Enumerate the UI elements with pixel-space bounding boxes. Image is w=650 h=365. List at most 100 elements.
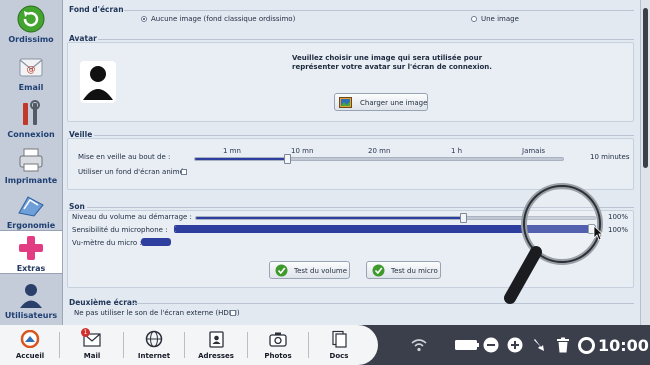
- sidebar-item-ordissimo[interactable]: Ordissimo: [0, 2, 62, 47]
- avatar-instruction-line-2: représenter votre avatar sur l'écran de …: [292, 63, 492, 71]
- sleep-tick-label: 20 mn: [368, 147, 391, 155]
- taskbar-label: Photos: [264, 352, 292, 360]
- taskbar-item-accueil[interactable]: Accueil: [8, 326, 52, 364]
- taskbar-label: Docs: [329, 352, 349, 360]
- ergonomics-icon: [18, 196, 44, 217]
- wallpaper-section-title: Fond d'écran: [69, 5, 124, 14]
- slider-fill: [195, 158, 287, 160]
- wallpaper-image-label[interactable]: Une image: [481, 15, 519, 23]
- email-icon: @: [19, 58, 43, 77]
- tools-icon: [23, 100, 40, 125]
- documents-icon: [332, 330, 347, 348]
- animated-wallpaper-label[interactable]: Utiliser un fond d'écran animé.: [78, 168, 186, 176]
- sidebar-item-label: Utilisateurs: [4, 311, 58, 320]
- home-icon: [20, 330, 40, 348]
- volume-down-icon[interactable]: [483, 337, 499, 353]
- sidebar-item-label: Imprimante: [4, 176, 58, 185]
- avatar-silhouette-icon: [80, 61, 116, 103]
- test-mic-button-label: Test du micro: [391, 267, 438, 275]
- sidebar-item-imprimante[interactable]: Imprimante: [0, 143, 62, 188]
- taskbar-item-docs[interactable]: Docs: [316, 326, 362, 364]
- sleep-delay-slider[interactable]: [194, 154, 564, 164]
- startup-volume-label: Niveau du volume au démarrage :: [72, 213, 192, 221]
- wallpaper-none-label[interactable]: Aucune image (fond classique ordissimo): [151, 15, 295, 23]
- section-divider: [124, 10, 634, 11]
- sidebar-item-ergonomie[interactable]: Ergonomie: [0, 188, 62, 233]
- taskbar-separator: [184, 332, 185, 358]
- globe-icon: [145, 330, 163, 348]
- sidebar-item-connexion[interactable]: Connexion: [0, 97, 62, 142]
- check-icon: [372, 264, 385, 277]
- taskbar-label: Mail: [83, 352, 101, 360]
- taskbar-label: Adresses: [198, 352, 234, 360]
- sidebar-item-label: Ergonomie: [6, 221, 56, 230]
- section-divider: [94, 135, 634, 136]
- taskbar-item-mail[interactable]: 1 Mail: [68, 326, 116, 364]
- camera-icon: [269, 332, 287, 347]
- slider-thumb[interactable]: [460, 213, 468, 223]
- second-screen-section-title: Deuxième écran: [69, 298, 138, 307]
- sleep-tick-label: 1 h: [451, 147, 463, 155]
- user-icon: [20, 284, 42, 308]
- mic-meter-fill: [141, 238, 171, 246]
- sleep-tick-label: 10 mn: [291, 147, 314, 155]
- magnifier-icon: [504, 183, 603, 304]
- sleep-tick-label: Jamais: [522, 147, 546, 155]
- load-image-button[interactable]: Charger une image: [334, 93, 428, 111]
- avatar-instruction-line-1: Veuillez choisir une image qui sera util…: [292, 54, 483, 62]
- sidebar-item-label: Extras: [16, 264, 46, 273]
- printer-icon: [19, 148, 43, 172]
- sidebar-item-label: Connexion: [7, 130, 55, 139]
- taskbar-item-internet[interactable]: Internet: [131, 326, 177, 364]
- hdmi-sound-checkbox[interactable]: [230, 310, 236, 316]
- sleep-delay-label: Mise en veille au bout de :: [78, 153, 171, 161]
- taskbar-separator: [247, 332, 248, 358]
- mouse-pointer-icon: [593, 225, 603, 241]
- mail-unread-badge: 1: [81, 328, 90, 337]
- slider-fill: [196, 217, 464, 219]
- picture-icon: [339, 97, 352, 108]
- sidebar-item-label: Email: [18, 83, 44, 92]
- slider-thumb[interactable]: [284, 154, 291, 164]
- mic-meter-label: Vu-mètre du micro :: [72, 239, 142, 247]
- check-icon: [275, 264, 288, 277]
- taskbar-item-photos[interactable]: Photos: [255, 326, 301, 364]
- sleep-tick-label: 1 mn: [223, 147, 241, 155]
- sidebar-item-utilisateurs[interactable]: Utilisateurs: [0, 278, 62, 323]
- test-mic-button[interactable]: Test du micro: [366, 261, 441, 279]
- taskbar-separator: [59, 332, 60, 358]
- test-volume-button-label: Test du volume: [294, 267, 348, 275]
- svg-text:@: @: [27, 65, 36, 75]
- help-lifebuoy-icon[interactable]: [578, 337, 595, 354]
- taskbar-separator: [308, 332, 309, 358]
- swipe-hand-icon[interactable]: [531, 337, 547, 353]
- hdmi-sound-label[interactable]: Ne pas utiliser le son de l'écran extern…: [74, 309, 240, 317]
- wallpaper-none-radio[interactable]: [141, 16, 147, 22]
- mic-sensitivity-label: Sensibilité du microphone :: [72, 226, 168, 234]
- battery-icon[interactable]: [454, 337, 480, 353]
- load-image-button-label: Charger une image: [360, 99, 428, 107]
- trash-icon[interactable]: [556, 337, 570, 353]
- sidebar-item-extras[interactable]: Extras: [0, 230, 62, 274]
- plus-icon: [19, 236, 43, 260]
- sidebar-item-email[interactable]: @ Email: [0, 50, 62, 95]
- sidebar-item-label: Ordissimo: [8, 35, 54, 44]
- taskbar-item-adresses[interactable]: Adresses: [192, 326, 240, 364]
- taskbar-label: Internet: [137, 352, 171, 360]
- animated-wallpaper-checkbox[interactable]: [181, 169, 187, 175]
- vertical-scrollbar[interactable]: [640, 0, 650, 325]
- scrollbar-thumb[interactable]: [643, 8, 648, 168]
- settings-content: Fond d'écran Aucune image (fond classiqu…: [64, 0, 640, 325]
- test-volume-button[interactable]: Test du volume: [269, 261, 350, 279]
- sleep-delay-value: 10 minutes: [590, 153, 630, 161]
- address-book-icon: [209, 331, 224, 348]
- section-divider: [98, 39, 634, 40]
- back-arrow-icon: [17, 5, 45, 33]
- mic-meter: [141, 238, 441, 246]
- wallpaper-image-radio[interactable]: [471, 16, 477, 22]
- clock: 10:00: [598, 336, 649, 355]
- wifi-icon[interactable]: [410, 337, 428, 353]
- volume-up-icon[interactable]: [507, 337, 523, 353]
- taskbar-label: Accueil: [15, 352, 45, 360]
- taskbar-separator: [123, 332, 124, 358]
